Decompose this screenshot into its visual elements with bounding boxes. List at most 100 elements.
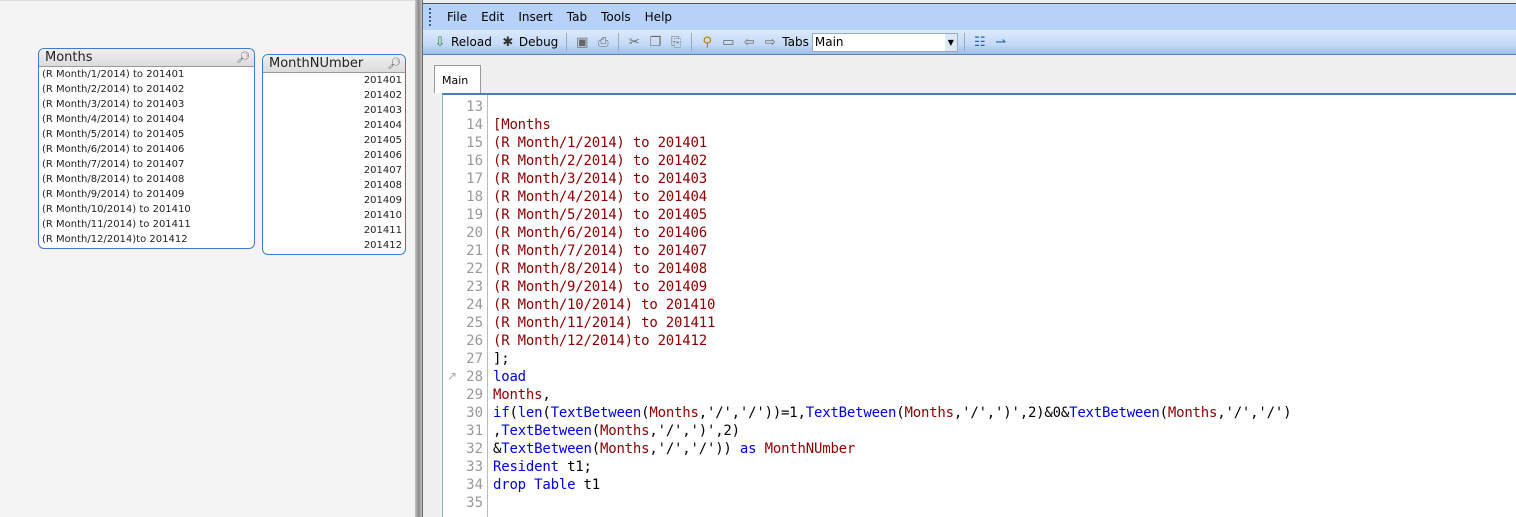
code-line: (R Month/11/2014) to 201411 — [493, 315, 715, 331]
list-item[interactable]: (R Month/11/2014) to 201411 — [39, 217, 254, 232]
list-item[interactable]: 201409 — [263, 193, 405, 208]
tab-left-icon[interactable]: ⇦ — [740, 35, 758, 50]
list-item[interactable]: (R Month/8/2014) to 201408 — [39, 172, 254, 187]
list-item[interactable]: 201412 — [263, 238, 405, 253]
list-item[interactable]: 201410 — [263, 208, 405, 223]
search-icon[interactable]: 🔎︎ — [387, 55, 401, 73]
copy-icon[interactable]: ❐ — [646, 35, 664, 50]
reload-label: Reload — [451, 35, 492, 49]
list-item[interactable]: (R Month/10/2014) to 201410 — [39, 202, 254, 217]
list-item[interactable]: (R Month/5/2014) to 201405 — [39, 127, 254, 142]
bug-icon: ✱ — [502, 34, 514, 50]
listbox-title: Months — [45, 50, 93, 65]
code-token: t1 — [575, 477, 601, 493]
code-token: ( — [591, 423, 600, 439]
code-line: (R Month/8/2014) to 201408 — [493, 261, 707, 277]
tabs-select[interactable]: Main ▼ — [811, 32, 958, 52]
find-icon[interactable]: ⚲ — [698, 35, 716, 50]
grip-icon — [429, 8, 432, 26]
line-number: 21 — [466, 243, 483, 259]
list-item[interactable]: (R Month/12/2014)to 201412 — [39, 232, 254, 247]
list-item[interactable]: 201406 — [263, 148, 405, 163]
paste-icon[interactable]: ⎘ — [667, 35, 685, 50]
code-token: TextBetween — [501, 441, 592, 457]
code-line: (R Month/3/2014) to 201403 — [493, 171, 707, 187]
code-token: (R Month/12/2014)to 201412 — [493, 333, 707, 349]
search-icon[interactable]: 🔎︎ — [236, 49, 250, 67]
tab-main[interactable]: Main — [434, 65, 481, 93]
code-line: (R Month/6/2014) to 201406 — [493, 225, 707, 241]
list-item[interactable]: 201411 — [263, 223, 405, 238]
list-item[interactable]: (R Month/4/2014) to 201404 — [39, 112, 254, 127]
line-number: 34 — [466, 477, 483, 493]
listbox-title: MonthNUmber — [269, 56, 364, 71]
print-icon[interactable]: ⎙ — [594, 35, 612, 50]
menu-tools[interactable]: Tools — [594, 10, 638, 24]
list-item[interactable]: (R Month/9/2014) to 201409 — [39, 187, 254, 202]
menu-edit[interactable]: Edit — [474, 10, 511, 24]
chevron-down-icon[interactable]: ▼ — [944, 33, 957, 51]
list-item[interactable]: (R Month/2/2014) to 201402 — [39, 82, 254, 97]
cut-icon[interactable]: ✂ — [625, 35, 643, 50]
debug-button[interactable]: ✱ Debug — [497, 35, 560, 50]
list-item[interactable]: 201402 — [263, 88, 405, 103]
syntax-check-icon[interactable]: ⇀ — [992, 35, 1010, 50]
code-token: (R Month/7/2014) to 201407 — [493, 243, 707, 259]
code-token: (R Month/1/2014) to 201401 — [493, 135, 707, 151]
code-token: as — [739, 441, 757, 457]
code-token: & — [493, 441, 502, 457]
line-number: 29 — [466, 387, 483, 403]
line-number: 27 — [466, 351, 483, 367]
code-token: Months — [600, 423, 650, 439]
code-line: (R Month/2/2014) to 201402 — [493, 153, 707, 169]
code-token: ,'/','/')) — [649, 441, 740, 457]
bookmark-icon: ↗ — [447, 369, 458, 383]
listbox-caption: MonthNUmber 🔎︎ — [263, 55, 405, 73]
code-token: ( — [896, 405, 905, 421]
line-number: 15 — [466, 135, 483, 151]
debug-label: Debug — [518, 35, 559, 49]
code-token: ,'/','/') — [1217, 405, 1292, 421]
reload-button[interactable]: ⇩ Reload — [429, 35, 494, 50]
divider — [963, 33, 965, 51]
list-item[interactable]: 201403 — [263, 103, 405, 118]
code-token: TextBetween — [550, 405, 642, 421]
list-item[interactable]: 201405 — [263, 133, 405, 148]
splitter[interactable] — [415, 0, 422, 517]
code-token: (R Month/10/2014) to 201410 — [493, 297, 716, 313]
code-line: Resident t1; — [493, 459, 592, 475]
code-line: load — [493, 369, 526, 385]
divider — [566, 33, 568, 51]
list-item[interactable]: (R Month/1/2014) to 201401 — [39, 67, 254, 82]
line-number: 13 — [466, 99, 483, 115]
listbox-monthnumber[interactable]: MonthNUmber 🔎︎ 201401 201402 201403 201404 20… — [262, 54, 406, 255]
list-item[interactable]: 201401 — [263, 73, 405, 88]
list-item[interactable]: 201407 — [263, 163, 405, 178]
code-token: t1; — [558, 459, 592, 475]
menu-file[interactable]: File — [440, 10, 474, 24]
script-editor-window: File Edit Insert Tab Tools Help ⇩ Reload … — [422, 0, 1516, 517]
list-item[interactable]: (R Month/7/2014) to 201407 — [39, 157, 254, 172]
menu-tab[interactable]: Tab — [560, 10, 594, 24]
code-line: (R Month/5/2014) to 201405 — [493, 207, 707, 223]
menu-help[interactable]: Help — [638, 10, 679, 24]
code-token: MonthNUmber — [764, 441, 856, 457]
reload-icon: ⇩ — [434, 34, 446, 50]
save-icon[interactable]: ▣ — [573, 35, 591, 50]
list-item[interactable]: (R Month/3/2014) to 201403 — [39, 97, 254, 112]
line-number: 18 — [466, 189, 483, 205]
listbox-months[interactable]: Months 🔎︎ (R Month/1/2014) to 201401 (R Mo… — [38, 48, 255, 249]
list-item[interactable]: 201408 — [263, 178, 405, 193]
tab-right-icon[interactable]: ⇨ — [761, 35, 779, 50]
code-token: Months — [493, 387, 543, 403]
toolbar: ⇩ Reload ✱ Debug ▣ ⎙ ✂ ❐ ⎘ ⚲ ▭ ⇦ ⇨ Tabs Ma… — [423, 30, 1516, 55]
menu-insert[interactable]: Insert — [511, 10, 559, 24]
folder-icon[interactable]: ▭ — [719, 35, 737, 50]
code-token: ]; — [493, 351, 510, 367]
list-item[interactable]: 201404 — [263, 118, 405, 133]
table-viewer-icon[interactable]: ☷ — [971, 35, 989, 50]
code-token: (R Month/6/2014) to 201406 — [493, 225, 707, 241]
code-editor[interactable]: 13 14 15 16 17 18 19 20 21 22 23 24 25 26 27 28 ↗ 29 30 31 3… — [442, 93, 1516, 517]
list-item[interactable]: (R Month/6/2014) to 201406 — [39, 142, 254, 157]
